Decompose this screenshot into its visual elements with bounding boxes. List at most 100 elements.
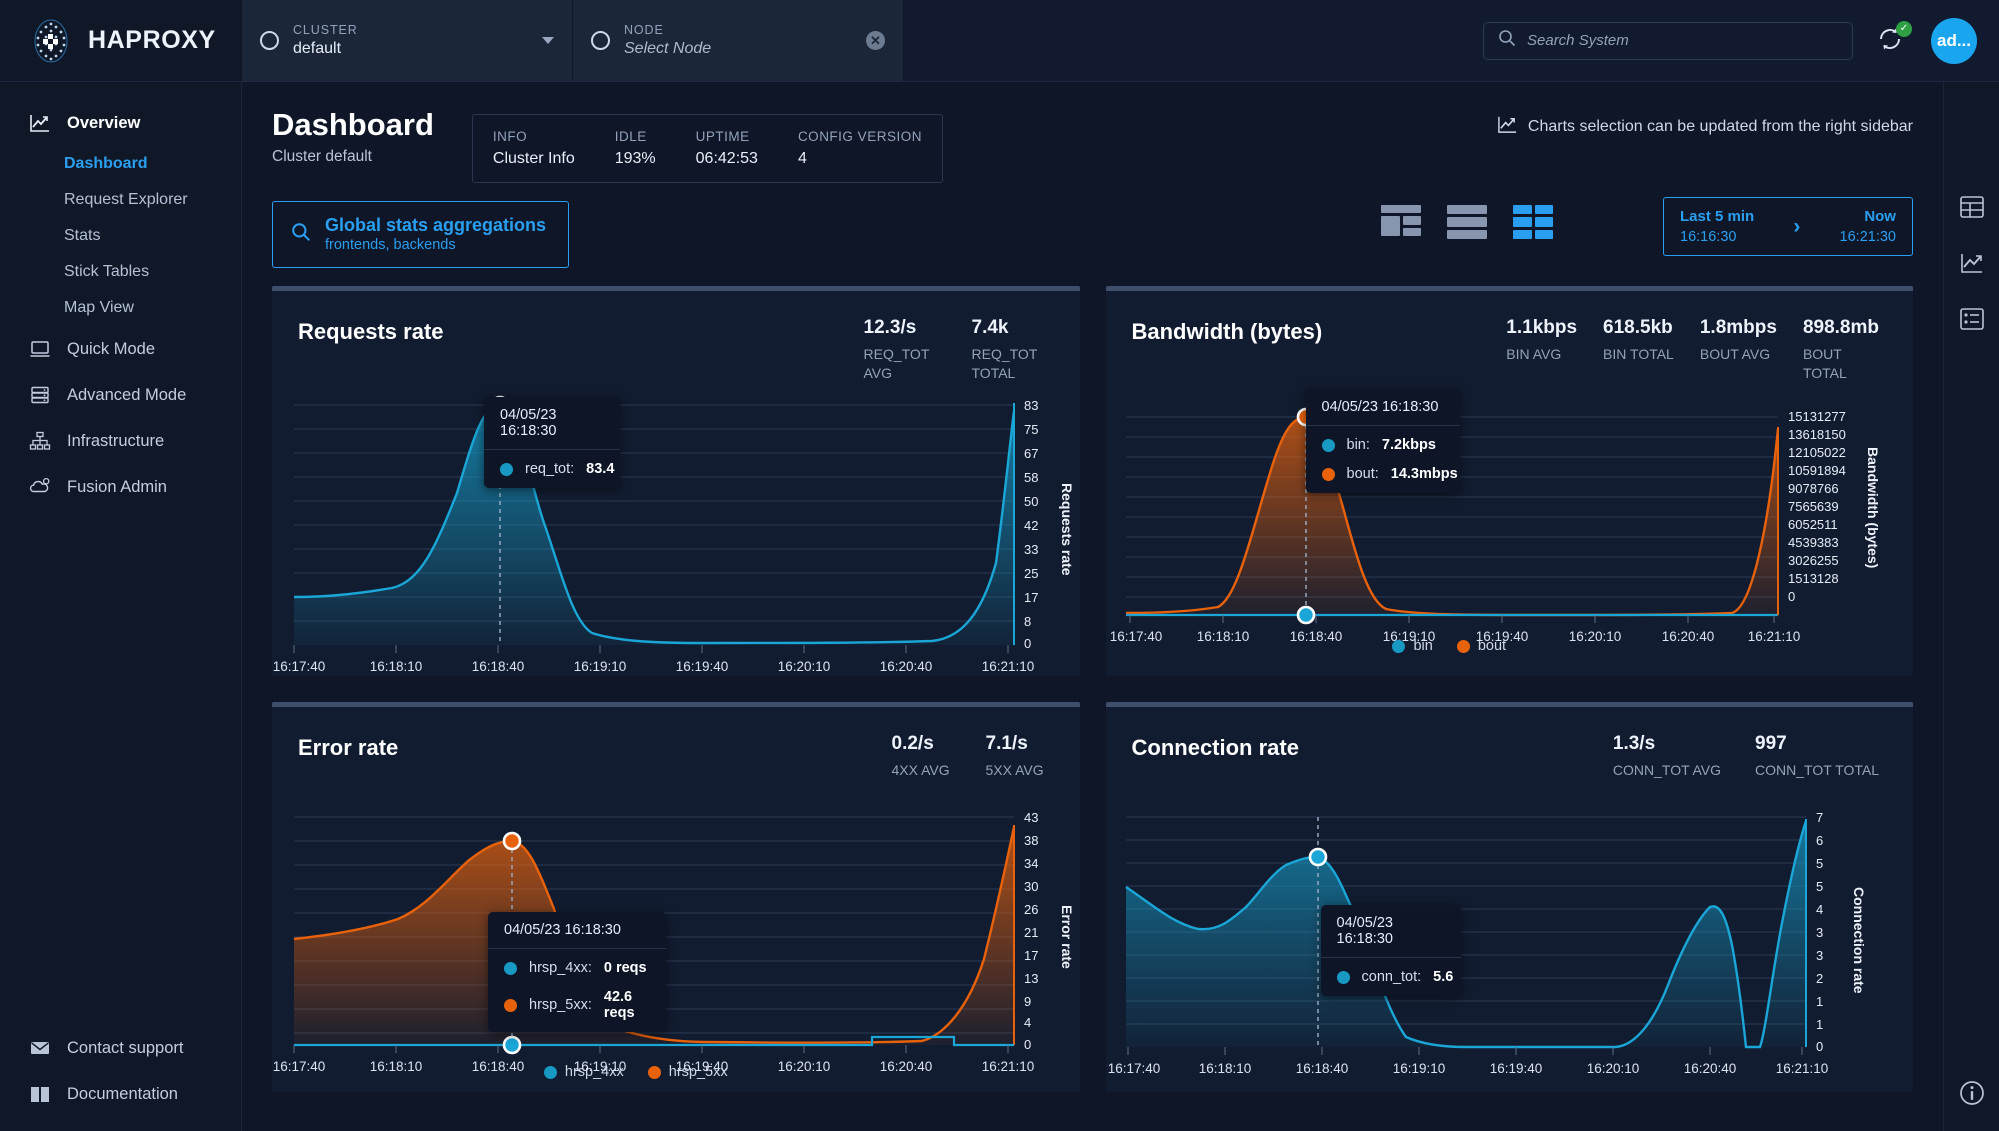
time-range-picker[interactable]: Last 5 min 16:16:30 › Now 16:21:30 <box>1663 197 1913 256</box>
stat-value: 1.8mbps <box>1699 317 1777 338</box>
tooltip-key: conn_tot: <box>1361 969 1422 985</box>
chart-stat: 12.3/s REQ_TOT AVG <box>864 317 938 383</box>
sidebar-item-infrastructure[interactable]: Infrastructure <box>0 418 241 464</box>
chart-header: Connection rate 1.3/s CONN_TOT AVG 997 C… <box>1106 707 1914 780</box>
chart-card-error-rate: Error rate 0.2/s 4XX AVG 7.1/s 5XX AVG 4… <box>272 702 1080 1092</box>
node-selector[interactable]: NODE Select Node ✕ <box>573 0 904 81</box>
info-col-info: INFO Cluster Info <box>493 129 575 168</box>
legend-item[interactable]: hrsp_4xx <box>543 1064 624 1080</box>
chart-stat: 1.8mbps BOUT AVG <box>1700 317 1777 383</box>
sidebar-item-contact-support[interactable]: Contact support <box>0 1025 241 1071</box>
svg-text:4: 4 <box>1024 1015 1031 1030</box>
stat-value: 997 <box>1755 733 1787 754</box>
chart-title: Connection rate <box>1131 735 1299 760</box>
svg-text:0: 0 <box>1024 636 1031 651</box>
sync-button[interactable]: ✓ <box>1875 20 1912 58</box>
chart-plot-area[interactable]: 76 55 43 32 11 0 Connection rate 16:17:4… <box>1106 799 1914 1092</box>
layout-rows-icon[interactable] <box>1447 205 1487 239</box>
chart-tooltip: 04/05/23 16:18:30 conn_tot: 5.6 <box>1320 905 1461 996</box>
svg-text:75: 75 <box>1024 422 1038 437</box>
avatar[interactable]: ad... <box>1931 17 1977 64</box>
svg-text:9078766: 9078766 <box>1788 481 1839 496</box>
svg-text:16:19:10: 16:19:10 <box>1392 1061 1445 1076</box>
sidebar-item-advanced-mode[interactable]: Advanced Mode <box>0 372 241 418</box>
haproxy-logo-icon <box>28 18 74 64</box>
svg-text:26: 26 <box>1024 902 1038 917</box>
radio-ring-icon <box>260 31 279 50</box>
top-bar: HAPROXY CLUSTER default NODE Select Node… <box>0 0 1999 82</box>
sidebar-item-label: Stick Tables <box>64 263 150 280</box>
node-selector-label: NODE <box>624 23 664 37</box>
sidebar-item-overview[interactable]: Overview <box>0 100 241 146</box>
chart-tooltip: 04/05/23 16:18:30 req_tot: 83.4 <box>484 397 620 488</box>
info-col-idle: IDLE 193% <box>615 129 656 168</box>
info-value: 4 <box>797 150 807 167</box>
series-dot-icon <box>504 998 517 1012</box>
sidebar-item-request-explorer[interactable]: Request Explorer <box>0 182 241 218</box>
chart-plot-area[interactable]: 83 75 67 58 50 42 33 25 17 8 0 Requests rate <box>272 383 1080 676</box>
svg-text:0: 0 <box>1788 589 1795 604</box>
svg-text:16:21:10: 16:21:10 <box>1775 1061 1828 1076</box>
info-col-uptime: UPTIME 06:42:53 <box>696 129 758 168</box>
rail-list-icon[interactable] <box>1955 302 1989 336</box>
chart-plot-area[interactable]: 15131277 13618150 12105022 10591894 907876… <box>1106 399 1914 676</box>
sidebar-item-quick-mode[interactable]: Quick Mode <box>0 326 241 372</box>
close-icon[interactable]: ✕ <box>866 31 885 50</box>
chart-stat: 7.1/s 5XX AVG <box>986 733 1046 780</box>
chart-title: Error rate <box>298 735 399 760</box>
svg-text:16:18:40: 16:18:40 <box>472 659 525 674</box>
svg-text:34: 34 <box>1024 856 1038 871</box>
rail-panels-icon[interactable] <box>1955 190 1989 224</box>
svg-text:16:21:10: 16:21:10 <box>982 659 1035 674</box>
legend-item[interactable]: bin <box>1392 638 1433 654</box>
time-range-from-time: 16:16:30 <box>1680 229 1737 245</box>
sidebar-item-dashboard[interactable]: Dashboard <box>0 146 241 182</box>
chevron-down-icon[interactable] <box>542 37 554 44</box>
stat-value: 618.5kb <box>1603 317 1673 338</box>
chart-header: Requests rate 12.3/s REQ_TOT AVG 7.4k RE… <box>272 291 1080 383</box>
layout-grid-icon[interactable] <box>1513 205 1553 239</box>
cluster-selector[interactable]: CLUSTER default <box>242 0 573 81</box>
chart-svg: 4338 3430 2621 1713 94 0 Error rate 16:1… <box>273 810 1075 1074</box>
rail-charts-icon[interactable] <box>1955 246 1989 280</box>
svg-text:5: 5 <box>1816 856 1823 871</box>
tools-row: Global stats aggregations frontends, bac… <box>242 183 1943 268</box>
time-range-to-label: Now <box>1864 208 1896 225</box>
time-range-from-label: Last 5 min <box>1680 208 1755 225</box>
sidebar-item-label: Request Explorer <box>64 191 188 208</box>
stat-key: BOUT AVG <box>1699 346 1771 362</box>
sidebar-item-documentation[interactable]: Documentation <box>0 1071 241 1117</box>
search-input[interactable]: Search System <box>1483 21 1853 60</box>
chart-title: Requests rate <box>298 319 444 344</box>
chart-card-connection-rate: Connection rate 1.3/s CONN_TOT AVG 997 C… <box>1105 702 1914 1092</box>
stat-key: BIN TOTAL <box>1603 346 1674 362</box>
svg-text:30: 30 <box>1024 879 1038 894</box>
stat-value: 12.3/s <box>863 317 917 338</box>
sidebar-item-label: Overview <box>67 113 141 132</box>
layout-mixed-icon[interactable] <box>1381 205 1421 239</box>
sidebar-item-fusion-admin[interactable]: Fusion Admin <box>0 464 241 510</box>
global-stats-aggregations-button[interactable]: Global stats aggregations frontends, bac… <box>272 201 570 268</box>
chart-stat: 7.4k REQ_TOT TOTAL <box>972 317 1046 383</box>
chart-stats: 12.3/s REQ_TOT AVG 7.4k REQ_TOT TOTAL <box>864 317 1054 383</box>
tooltip-row: conn_tot: 5.6 <box>1336 969 1453 985</box>
svg-text:16:20:40: 16:20:40 <box>880 659 933 674</box>
sidebar-item-map-view[interactable]: Map View <box>0 290 241 326</box>
stat-key: CONN_TOT TOTAL <box>1755 762 1879 778</box>
legend-label: hrsp_5xx <box>668 1064 728 1080</box>
series-dot-icon <box>1392 639 1406 653</box>
rail-info-button[interactable] <box>1944 1079 1999 1107</box>
svg-text:3: 3 <box>1816 925 1823 940</box>
chart-svg: 83 75 67 58 50 42 33 25 17 8 0 Requests rate <box>273 395 1075 674</box>
legend-item[interactable]: bout <box>1456 638 1506 654</box>
legend-item[interactable]: hrsp_5xx <box>647 1064 728 1080</box>
chart-line-icon <box>1497 114 1518 140</box>
chart-stat: 898.8mb BOUT TOTAL <box>1803 317 1879 383</box>
sidebar-item-stick-tables[interactable]: Stick Tables <box>0 254 241 290</box>
brand-logo-area[interactable]: HAPROXY <box>0 0 242 81</box>
svg-text:25: 25 <box>1024 566 1038 581</box>
sidebar-item-stats[interactable]: Stats <box>0 218 241 254</box>
chart-plot-area[interactable]: 43 38 34 30 26 21 17 13 9 4 0 Error rate <box>272 799 1080 1092</box>
svg-text:42: 42 <box>1024 518 1038 533</box>
svg-text:43: 43 <box>1024 810 1038 825</box>
